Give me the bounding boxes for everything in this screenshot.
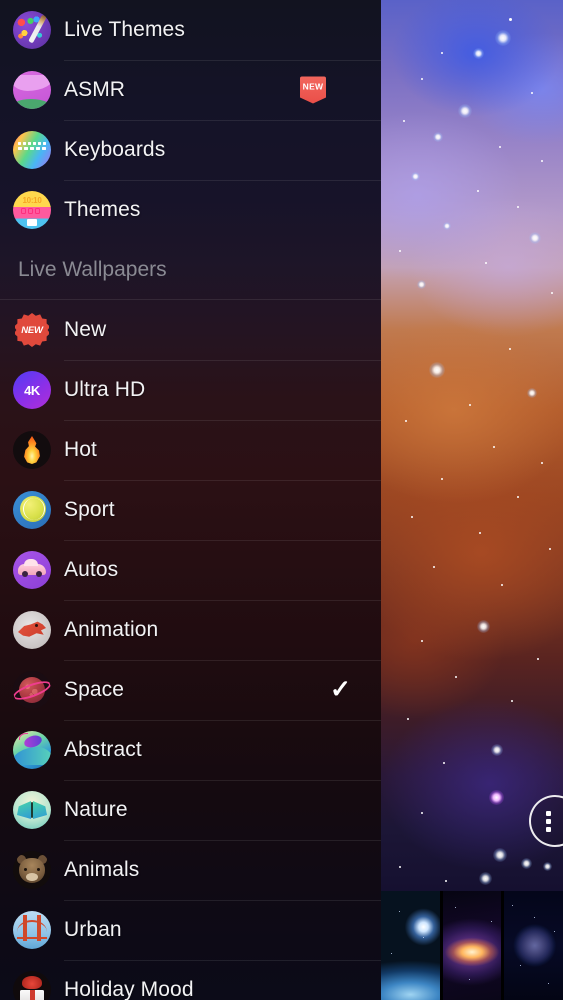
sidebar-item-label: Urban xyxy=(64,918,122,941)
icon-slot xyxy=(0,11,64,49)
row-divider xyxy=(64,660,381,661)
sidebar-item-sport[interactable]: Sport xyxy=(0,480,381,540)
new-burst-icon: NEW xyxy=(13,311,51,349)
sidebar-item-hot[interactable]: Hot xyxy=(0,420,381,480)
bridge-icon xyxy=(13,911,51,949)
earth-sunrise-thumbnail[interactable] xyxy=(381,891,440,1000)
gift-icon xyxy=(13,971,51,1000)
sidebar-item-label: Sport xyxy=(64,498,115,521)
row-divider xyxy=(64,60,381,61)
icon-slot xyxy=(0,791,64,829)
row-divider xyxy=(64,180,381,181)
car-icon xyxy=(13,551,51,589)
icon-slot xyxy=(0,131,64,169)
row-divider xyxy=(64,420,381,421)
sidebar-item-animation[interactable]: Animation xyxy=(0,600,381,660)
sidebar-item-live-themes[interactable]: Live Themes xyxy=(0,0,381,60)
sidebar-item-animals[interactable]: Animals xyxy=(0,840,381,900)
icon-slot xyxy=(0,491,64,529)
sidebar-item-label: Keyboards xyxy=(64,138,166,161)
live-wallpaper-app: Live Themes ASMR NEW Keyboards 10:10 The… xyxy=(0,0,563,1000)
category-sidebar[interactable]: Live Themes ASMR NEW Keyboards 10:10 The… xyxy=(0,0,381,1000)
sidebar-item-label: New xyxy=(64,318,107,341)
row-divider xyxy=(64,960,381,961)
icon-slot xyxy=(0,911,64,949)
icon-slot: 10:10 xyxy=(0,191,64,229)
abstract-art-icon xyxy=(13,731,51,769)
section-header-label: Live Wallpapers xyxy=(18,258,167,281)
blue-globe-thumbnail[interactable] xyxy=(504,891,563,1000)
row-divider xyxy=(64,720,381,721)
dinosaur-icon xyxy=(13,611,51,649)
sidebar-item-themes[interactable]: 10:10 Themes xyxy=(0,180,381,240)
sidebar-item-label: Themes xyxy=(64,198,141,221)
sidebar-item-label: Ultra HD xyxy=(64,378,146,401)
icon-slot xyxy=(0,971,64,1000)
icon-slot xyxy=(0,71,64,109)
palette-brush-icon xyxy=(13,11,51,49)
row-divider xyxy=(64,600,381,601)
new-badge: NEW xyxy=(300,76,326,104)
sidebar-item-holiday-mood[interactable]: Holiday Mood xyxy=(0,960,381,1000)
icon-slot xyxy=(0,611,64,649)
sidebar-item-new[interactable]: NEW New xyxy=(0,300,381,360)
icon-slot xyxy=(0,671,64,709)
row-divider xyxy=(64,120,381,121)
sidebar-item-label: Abstract xyxy=(64,738,142,761)
sidebar-item-asmr[interactable]: ASMR NEW xyxy=(0,60,381,120)
icon-slot xyxy=(0,431,64,469)
row-divider xyxy=(64,540,381,541)
more-options-icon xyxy=(545,810,551,832)
bear-icon xyxy=(13,851,51,889)
flame-icon xyxy=(13,431,51,469)
icon-slot: NEW xyxy=(0,311,64,349)
row-divider xyxy=(64,900,381,901)
keyboard-icon xyxy=(13,131,51,169)
wallpaper-preview[interactable] xyxy=(381,0,563,891)
sidebar-item-label: Space xyxy=(64,678,125,701)
icon-slot xyxy=(0,851,64,889)
row-divider xyxy=(64,480,381,481)
wallpaper-thumbnail-strip[interactable] xyxy=(381,891,563,1000)
sidebar-item-urban[interactable]: Urban xyxy=(0,900,381,960)
planet-icon xyxy=(13,671,51,709)
row-divider xyxy=(64,840,381,841)
sidebar-item-autos[interactable]: Autos xyxy=(0,540,381,600)
sidebar-item-label: Autos xyxy=(64,558,119,581)
icon-slot xyxy=(0,731,64,769)
sidebar-item-label: ASMR xyxy=(64,78,126,101)
sidebar-item-label: Animation xyxy=(64,618,159,641)
sidebar-item-label: Animals xyxy=(64,858,140,881)
sidebar-item-label: Hot xyxy=(64,438,97,461)
more-options-button[interactable] xyxy=(529,795,563,847)
sidebar-item-abstract[interactable]: Abstract xyxy=(0,720,381,780)
sidebar-item-ultra-hd[interactable]: 4K Ultra HD xyxy=(0,360,381,420)
sidebar-item-keyboards[interactable]: Keyboards xyxy=(0,120,381,180)
4k-icon: 4K xyxy=(13,371,51,409)
sidebar-item-space[interactable]: Space ✓ xyxy=(0,660,381,720)
asmr-slime-icon xyxy=(13,71,51,109)
selected-checkmark-icon: ✓ xyxy=(330,675,351,704)
icon-slot: 4K xyxy=(0,371,64,409)
sidebar-item-label: Live Themes xyxy=(64,18,185,41)
home-screen-icon: 10:10 xyxy=(13,191,51,229)
galaxy-spiral-thumbnail[interactable] xyxy=(442,891,502,1000)
sidebar-item-label: Holiday Mood xyxy=(64,978,194,1000)
tennis-ball-icon xyxy=(13,491,51,529)
row-divider xyxy=(64,360,381,361)
butterfly-icon xyxy=(13,791,51,829)
row-divider xyxy=(64,780,381,781)
icon-slot xyxy=(0,551,64,589)
sidebar-item-label: Nature xyxy=(64,798,128,821)
section-header-live-wallpapers: Live Wallpapers xyxy=(0,240,381,300)
sidebar-item-nature[interactable]: Nature xyxy=(0,780,381,840)
